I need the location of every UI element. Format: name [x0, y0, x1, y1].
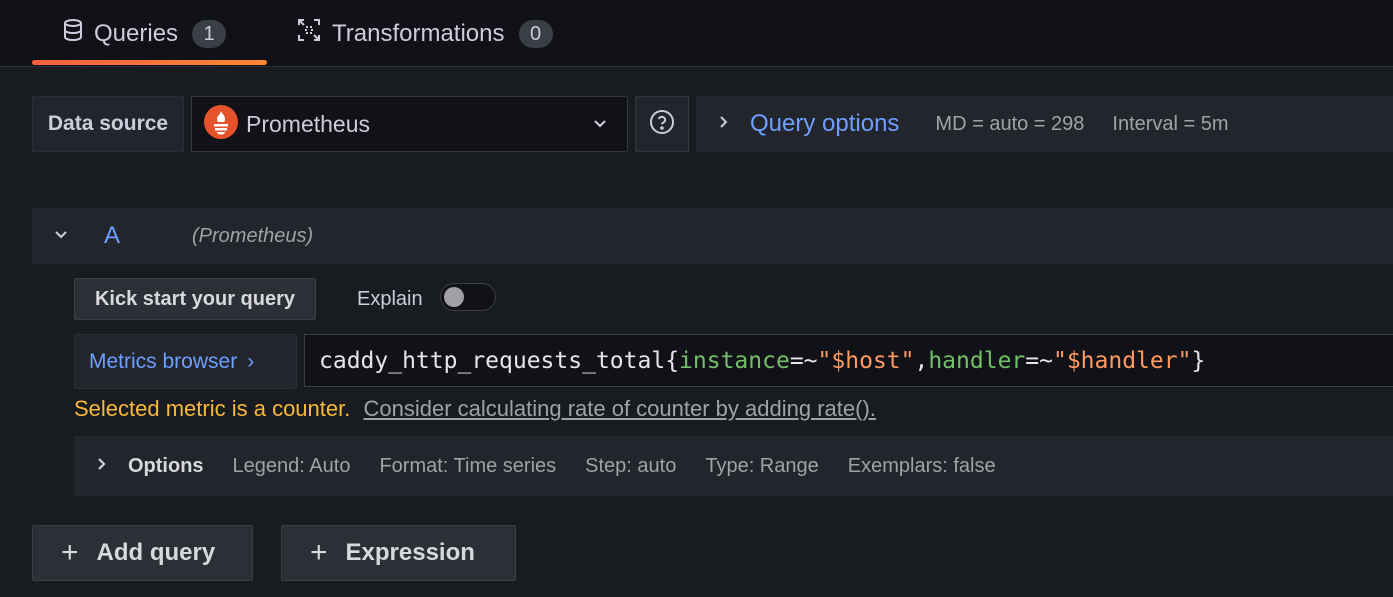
add-expression-button[interactable]: + Expression: [281, 525, 516, 581]
tab-queries-count: 1: [192, 19, 227, 48]
add-query-button[interactable]: + Add query: [32, 525, 253, 581]
expr-close-brace: }: [1191, 347, 1206, 374]
datasource-picker[interactable]: Prometheus: [191, 96, 628, 152]
query-ref-id[interactable]: A: [104, 222, 120, 250]
query-datasource-hint: (Prometheus): [192, 224, 314, 247]
hint-warning: Selected metric is a counter.: [74, 396, 351, 421]
hint-fix-link[interactable]: Consider calculating rate of counter by …: [363, 396, 875, 421]
question-circle-icon: [649, 109, 675, 140]
query-row-header: A (Prometheus): [32, 208, 1393, 264]
transform-icon: [296, 17, 322, 50]
expr-op: =~: [1025, 347, 1053, 374]
query-options-title: Query options: [750, 110, 900, 137]
query-hint: Selected metric is a counter. Consider c…: [74, 396, 876, 422]
options-legend: Legend: Auto: [232, 454, 351, 477]
editor-tabs: Queries 1 Transformations 0: [0, 0, 1393, 67]
plus-icon: +: [61, 536, 79, 569]
plus-icon: +: [310, 536, 328, 569]
explain-toggle-knob: [444, 287, 464, 307]
chevron-right-icon: [716, 113, 732, 136]
query-options-toggle[interactable]: Query options MD = auto = 298 Interval =…: [696, 96, 1393, 152]
query-options-md: MD = auto = 298: [935, 112, 1085, 135]
options-title: Options: [128, 454, 204, 477]
explain-label: Explain: [357, 288, 423, 310]
tab-transformations-label: Transformations: [332, 19, 505, 47]
expr-label-handler: handler: [928, 347, 1026, 374]
options-exemplars: Exemplars: false: [847, 454, 996, 477]
expr-comma: ,: [914, 347, 929, 374]
expr-value-host: "$host": [817, 347, 915, 374]
chevron-down-icon: [591, 114, 609, 137]
expr-open-brace: {: [665, 347, 680, 374]
tab-transformations-count: 0: [518, 19, 553, 48]
metrics-browser-button[interactable]: Metrics browser ›: [74, 334, 297, 389]
add-query-label: Add query: [96, 539, 216, 566]
tab-queries[interactable]: Queries 1: [32, 0, 267, 67]
query-expression-input[interactable]: caddy_http_requests_total{instance =~ "$ho…: [304, 334, 1393, 387]
database-icon: [62, 18, 84, 49]
prometheus-logo-icon: [204, 104, 238, 144]
explain-toggle[interactable]: [440, 283, 496, 311]
add-expression-label: Expression: [345, 539, 475, 566]
options-step: Step: auto: [585, 454, 677, 477]
datasource-label: Data source: [32, 96, 184, 152]
collapse-query-button[interactable]: [52, 225, 70, 248]
datasource-selected: Prometheus: [246, 110, 371, 137]
tab-transformations[interactable]: Transformations 0: [296, 0, 553, 67]
chevron-right-icon: [94, 455, 110, 478]
metrics-browser-label: Metrics browser: [89, 349, 238, 373]
expr-op: =~: [789, 347, 818, 374]
options-type: Type: Range: [705, 454, 819, 477]
kick-start-query-button[interactable]: Kick start your query: [74, 278, 316, 320]
expr-metric: caddy_http_requests_total: [319, 347, 666, 374]
query-options-interval: Interval = 5m: [1112, 112, 1229, 135]
query-options-row[interactable]: Options Legend: Auto Format: Time series…: [74, 436, 1393, 496]
tab-queries-label: Queries: [94, 19, 179, 47]
query-editor: Queries 1 Transformations 0 Data source: [0, 0, 1393, 597]
chevron-right-icon: ›: [247, 349, 255, 373]
options-format: Format: Time series: [379, 454, 557, 477]
active-tab-indicator: [32, 60, 267, 65]
expr-value-handler: "$handler": [1052, 347, 1192, 374]
expr-label-instance: instance: [679, 347, 790, 374]
datasource-help-button[interactable]: [635, 96, 689, 152]
